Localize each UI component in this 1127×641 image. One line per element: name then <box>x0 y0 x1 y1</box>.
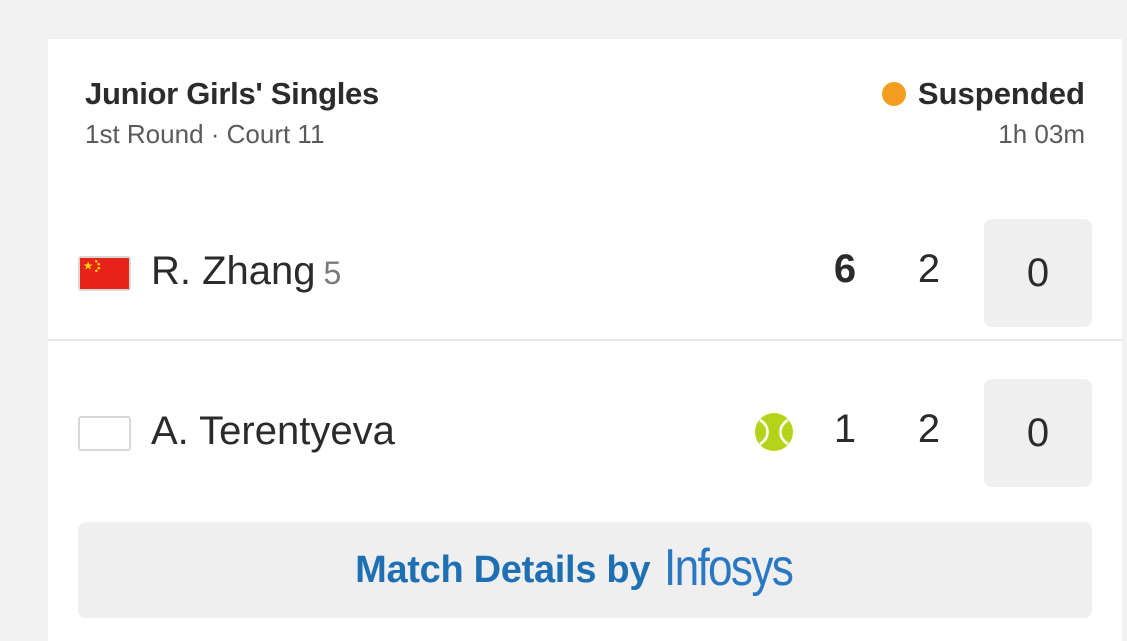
player-row: A. Terentyeva 1 2 0 <box>48 369 1122 499</box>
player-row: R. Zhang 5 6 2 0 <box>48 209 1122 339</box>
match-card: Junior Girls' Singles 1st Round · Court … <box>48 39 1122 641</box>
player-name-label: R. Zhang <box>151 249 316 293</box>
player-name[interactable]: A. Terentyeva <box>151 409 395 454</box>
match-duration: 1h 03m <box>998 119 1085 149</box>
tennis-ball-serve-icon <box>755 413 793 451</box>
player-seed: 5 <box>323 255 342 291</box>
set2-score: 2 <box>917 247 941 291</box>
set2-score: 2 <box>917 407 941 451</box>
blank-flag-icon <box>78 416 131 451</box>
china-flag-icon <box>78 256 131 291</box>
match-status: Suspended <box>881 76 1085 112</box>
status-dot-icon <box>881 82 906 106</box>
match-details-label: Match Details by <box>355 548 651 591</box>
sponsor-logo: Infosys <box>664 539 794 597</box>
current-game-score: 0 <box>984 219 1092 327</box>
row-divider <box>48 339 1122 341</box>
round-court: 1st Round · Court 11 <box>85 119 325 149</box>
event-title: Junior Girls' Singles <box>85 76 379 111</box>
current-game-score: 0 <box>984 379 1092 487</box>
set1-score: 1 <box>833 407 857 451</box>
player-name[interactable]: R. Zhang 5 <box>151 249 341 294</box>
match-details-button[interactable]: Match Details by Infosys <box>78 522 1092 618</box>
status-label: Suspended <box>917 76 1085 111</box>
player-name-label: A. Terentyeva <box>151 409 395 453</box>
match-header: Junior Girls' Singles 1st Round · Court … <box>48 39 1122 189</box>
set1-score: 6 <box>833 247 857 291</box>
